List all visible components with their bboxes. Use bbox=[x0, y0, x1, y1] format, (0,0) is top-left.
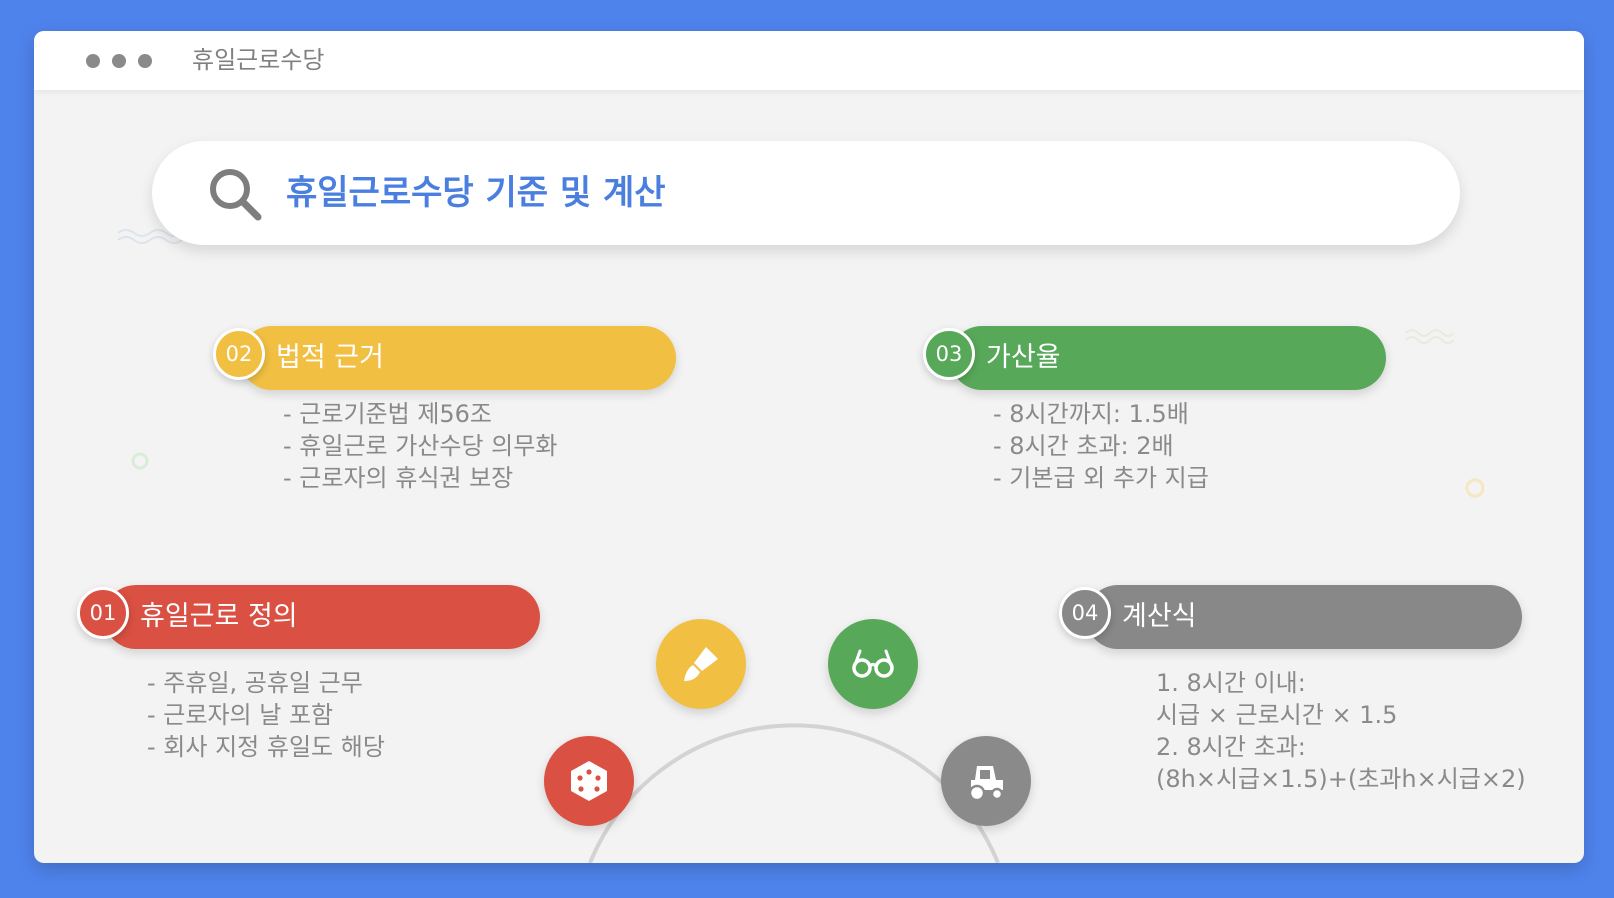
search-icon bbox=[210, 169, 262, 221]
description-line: - 주휴일, 공휴일 근무 bbox=[147, 669, 363, 697]
window-dot[interactable] bbox=[138, 54, 152, 68]
section-title: 휴일근로 정의 bbox=[140, 601, 298, 632]
section-description: 1. 8시간 이내: 시급 × 근로시간 × 1.5 2. 8시간 초과: (8… bbox=[1156, 667, 1526, 795]
section-header-formula: 계산식 bbox=[1086, 585, 1522, 649]
section-number-badge: 03 bbox=[923, 328, 975, 380]
ring-decoration bbox=[1465, 478, 1485, 498]
section-title: 법적 근거 bbox=[276, 342, 384, 373]
description-line: - 8시간까지: 1.5배 bbox=[993, 400, 1189, 428]
ring-decoration bbox=[131, 452, 149, 470]
description-line: - 근로자의 휴식권 보장 bbox=[283, 464, 514, 492]
description-line: - 8시간 초과: 2배 bbox=[993, 432, 1174, 460]
description-line: 시급 × 근로시간 × 1.5 bbox=[1156, 701, 1398, 729]
section-number-badge: 04 bbox=[1059, 587, 1111, 639]
glasses-icon bbox=[828, 619, 918, 709]
window-dot[interactable] bbox=[86, 54, 100, 68]
description-line: 1. 8시간 이내: bbox=[1156, 669, 1306, 697]
section-header-premium-rate: 가산율 bbox=[950, 326, 1386, 390]
description-line: - 회사 지정 휴일도 해당 bbox=[147, 733, 385, 761]
page-title: 휴일근로수당 기준 및 계산 bbox=[286, 173, 666, 213]
section-description: - 근로기준법 제56조 - 휴일근로 가산수당 의무화 - 근로자의 휴식권 … bbox=[283, 398, 557, 494]
wave-decoration bbox=[1405, 329, 1454, 344]
brush-icon bbox=[656, 619, 746, 709]
dice-icon bbox=[544, 736, 634, 826]
app-window: 휴일근로수당 휴일근로수당 기준 및 계산 법적 근거 02 - 근로기준법 제… bbox=[34, 31, 1584, 863]
section-title: 가산율 bbox=[986, 342, 1061, 373]
description-line: (8h×시급×1.5)+(초과h×시급×2) bbox=[1156, 765, 1526, 793]
section-header-definition: 휴일근로 정의 bbox=[104, 585, 540, 649]
window-title: 휴일근로수당 bbox=[192, 46, 325, 74]
section-header-legal-basis: 법적 근거 bbox=[240, 326, 676, 390]
section-description: - 8시간까지: 1.5배 - 8시간 초과: 2배 - 기본급 외 추가 지급 bbox=[993, 398, 1209, 494]
search-bar[interactable]: 휴일근로수당 기준 및 계산 bbox=[152, 141, 1460, 245]
description-line: - 근로자의 날 포함 bbox=[147, 701, 334, 729]
section-title: 계산식 bbox=[1122, 601, 1197, 632]
description-line: - 휴일근로 가산수당 의무화 bbox=[283, 432, 558, 460]
section-number-badge: 01 bbox=[77, 587, 129, 639]
tractor-icon bbox=[941, 736, 1031, 826]
description-line: 2. 8시간 초과: bbox=[1156, 733, 1306, 761]
description-line: - 근로기준법 제56조 bbox=[283, 400, 493, 428]
description-line: - 기본급 외 추가 지급 bbox=[993, 464, 1209, 492]
section-number-badge: 02 bbox=[213, 328, 265, 380]
section-description: - 주휴일, 공휴일 근무 - 근로자의 날 포함 - 회사 지정 휴일도 해당 bbox=[147, 667, 385, 763]
title-bar: 휴일근로수당 bbox=[34, 31, 1584, 90]
window-dot[interactable] bbox=[112, 54, 126, 68]
